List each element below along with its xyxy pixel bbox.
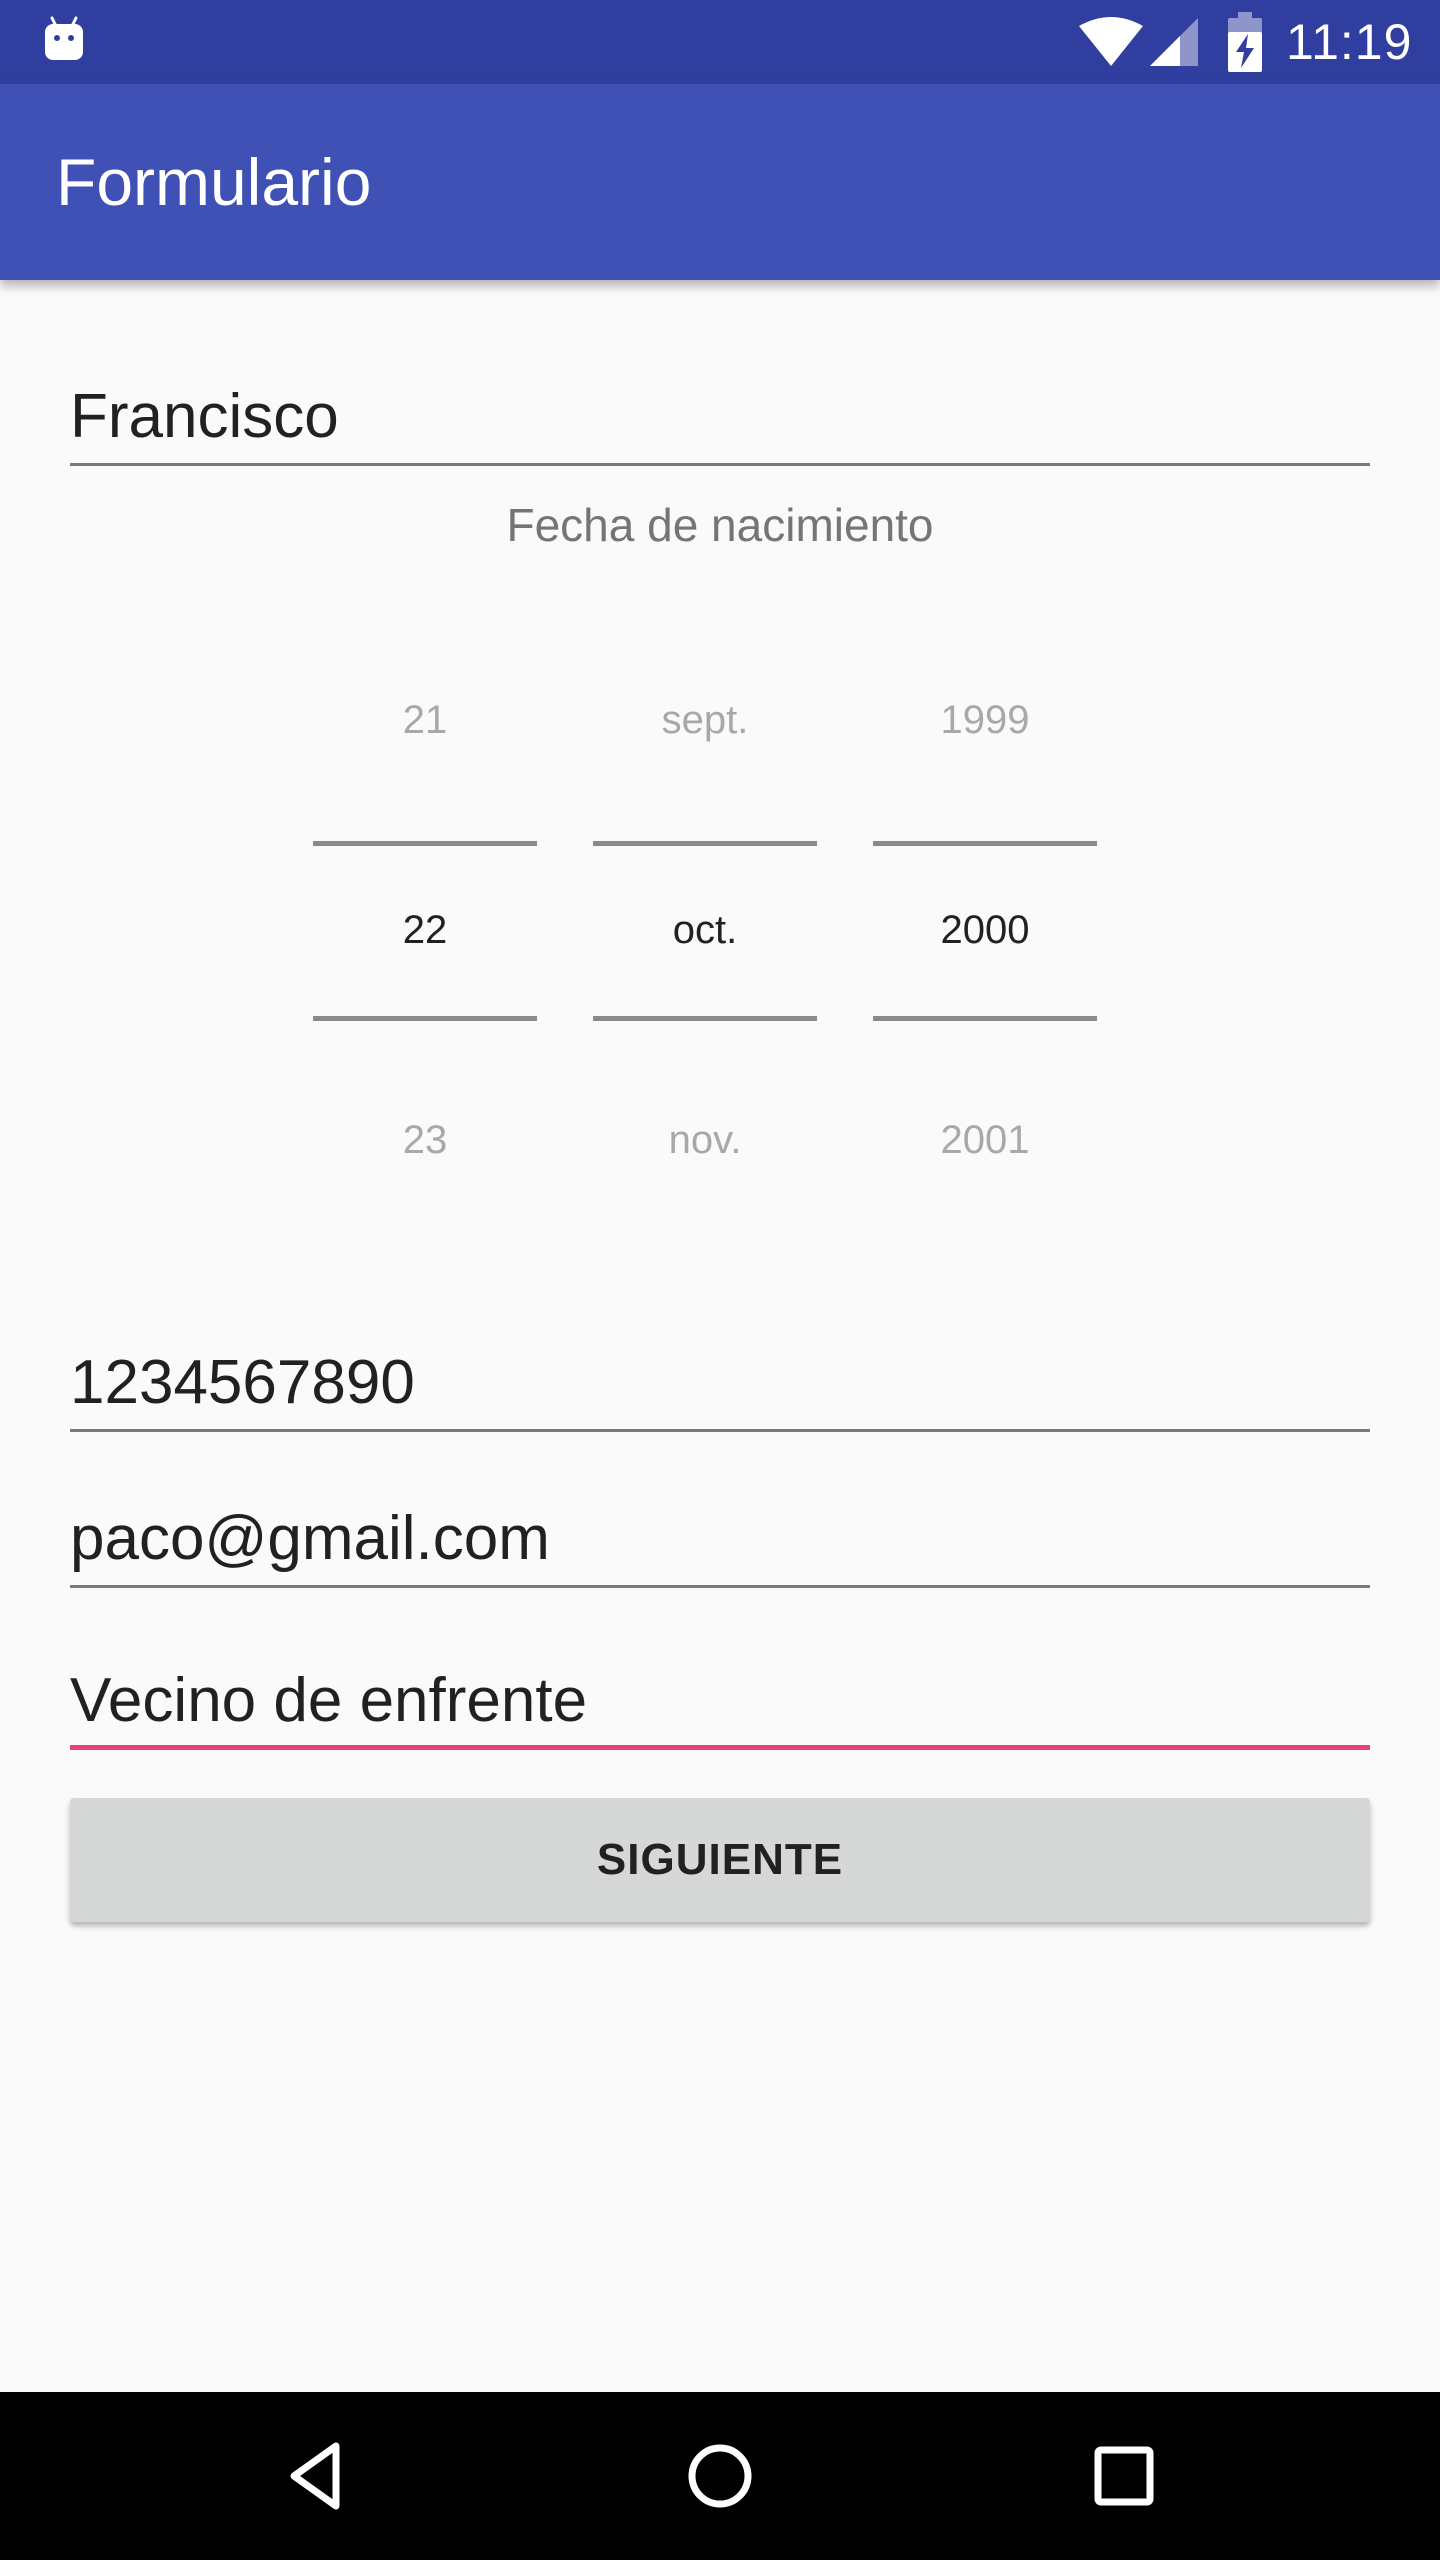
day-next[interactable]: 23 bbox=[313, 1118, 537, 1163]
email-field-value: paco@gmail.com bbox=[70, 1504, 550, 1573]
email-field[interactable]: paco@gmail.com bbox=[70, 1482, 1370, 1588]
month-next[interactable]: nov. bbox=[593, 1118, 817, 1163]
navigation-bar bbox=[0, 2392, 1440, 2560]
app-bar: Formulario bbox=[0, 84, 1440, 280]
year-next[interactable]: 2001 bbox=[873, 1118, 1097, 1163]
back-icon[interactable] bbox=[274, 2434, 358, 2518]
status-clock: 11:19 bbox=[1286, 14, 1413, 70]
name-field-value: Francisco bbox=[70, 382, 339, 451]
year-prev[interactable]: 1999 bbox=[873, 698, 1097, 743]
description-field-underline bbox=[70, 1745, 1370, 1750]
year-selected[interactable]: 2000 bbox=[873, 908, 1097, 953]
description-field[interactable]: Vecino de enfrente bbox=[70, 1640, 1370, 1750]
phone-field[interactable]: 1234567890 bbox=[70, 1326, 1370, 1432]
screen: 11:19 Formulario Francisco Fecha de naci… bbox=[0, 0, 1440, 2560]
month-picker[interactable]: sept. oct. nov. bbox=[593, 660, 817, 1163]
day-divider-bottom bbox=[313, 1016, 537, 1021]
month-divider-bottom bbox=[593, 1016, 817, 1021]
email-field-underline bbox=[70, 1585, 1370, 1588]
app-title: Formulario bbox=[56, 145, 372, 219]
month-prev[interactable]: sept. bbox=[593, 698, 817, 743]
android-debug-icon bbox=[45, 16, 83, 60]
day-prev[interactable]: 21 bbox=[313, 698, 537, 743]
description-field-value: Vecino de enfrente bbox=[70, 1666, 588, 1735]
birthdate-label: Fecha de nacimiento bbox=[506, 499, 934, 551]
year-divider-top bbox=[873, 841, 1097, 846]
year-divider-bottom bbox=[873, 1016, 1097, 1021]
name-field[interactable]: Francisco bbox=[70, 360, 1370, 466]
wifi-icon bbox=[1079, 17, 1143, 66]
day-picker[interactable]: 21 22 23 bbox=[313, 660, 537, 1163]
battery-charging-icon bbox=[1228, 12, 1262, 72]
month-divider-top bbox=[593, 841, 817, 846]
day-divider-top bbox=[313, 841, 537, 846]
home-icon[interactable] bbox=[678, 2434, 762, 2518]
phone-field-underline bbox=[70, 1429, 1370, 1432]
next-button[interactable]: SIGUIENTE bbox=[70, 1798, 1370, 1922]
cell-signal-icon bbox=[1150, 18, 1198, 66]
status-bar: 11:19 bbox=[0, 0, 1440, 84]
month-selected[interactable]: oct. bbox=[593, 908, 817, 953]
day-selected[interactable]: 22 bbox=[313, 908, 537, 953]
year-picker[interactable]: 1999 2000 2001 bbox=[873, 660, 1097, 1163]
name-field-underline bbox=[70, 463, 1370, 466]
phone-field-value: 1234567890 bbox=[70, 1348, 415, 1417]
recents-icon[interactable] bbox=[1082, 2434, 1166, 2518]
